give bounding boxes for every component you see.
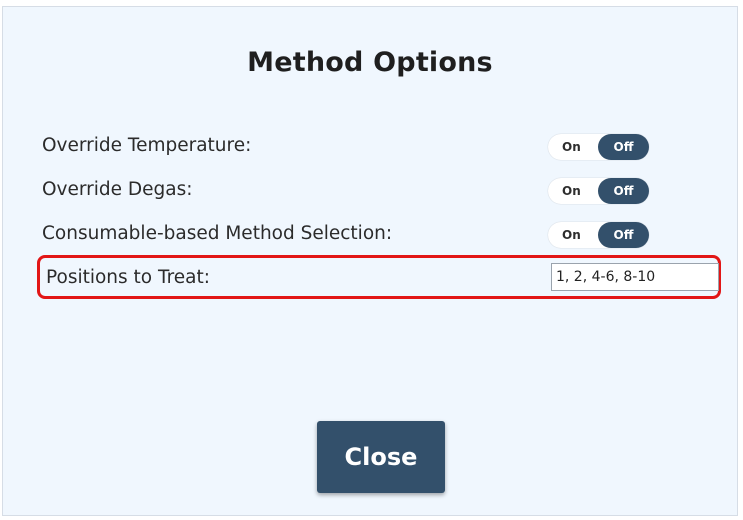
toggle-on-option[interactable]: On bbox=[562, 228, 581, 242]
toggle-off-option[interactable]: Off bbox=[598, 178, 649, 204]
override-degas-toggle[interactable]: On Off bbox=[548, 178, 649, 204]
positions-to-treat-input[interactable] bbox=[551, 263, 719, 291]
toggle-off-option[interactable]: Off bbox=[598, 134, 649, 160]
override-temperature-label: Override Temperature: bbox=[42, 135, 252, 156]
toggle-off-option[interactable]: Off bbox=[598, 222, 649, 248]
override-temperature-toggle[interactable]: On Off bbox=[548, 134, 649, 160]
positions-to-treat-row: Positions to Treat: bbox=[37, 255, 721, 299]
consumable-method-selection-row: Consumable-based Method Selection: On Of… bbox=[3, 217, 737, 253]
dialog-title: Method Options bbox=[247, 47, 493, 78]
positions-to-treat-label: Positions to Treat: bbox=[46, 267, 210, 288]
override-degas-label: Override Degas: bbox=[42, 179, 193, 200]
method-options-dialog: Method Options Override Temperature: On … bbox=[2, 6, 738, 516]
consumable-method-selection-toggle[interactable]: On Off bbox=[548, 222, 649, 248]
override-temperature-row: Override Temperature: On Off bbox=[3, 129, 737, 165]
toggle-on-option[interactable]: On bbox=[562, 184, 581, 198]
close-button[interactable]: Close bbox=[317, 421, 445, 493]
toggle-on-option[interactable]: On bbox=[562, 140, 581, 154]
override-degas-row: Override Degas: On Off bbox=[3, 173, 737, 209]
consumable-method-selection-label: Consumable-based Method Selection: bbox=[42, 223, 393, 244]
